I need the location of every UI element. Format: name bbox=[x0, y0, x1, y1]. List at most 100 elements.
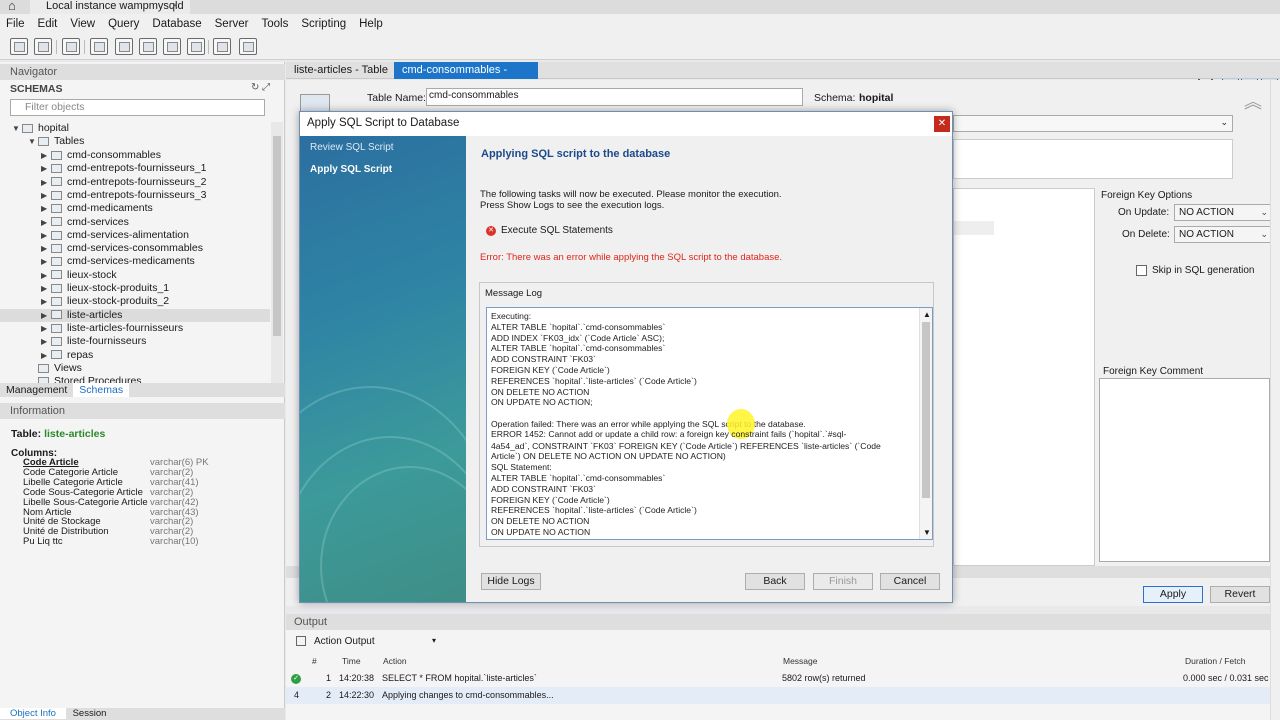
expand-icon[interactable]: ▶ bbox=[41, 229, 51, 242]
open-sql-script-icon[interactable] bbox=[34, 38, 52, 55]
tree-table-item[interactable]: ▶ lieux-stock bbox=[0, 269, 117, 282]
expand-icon[interactable]: ▶ bbox=[41, 202, 51, 215]
expand-icon[interactable]: ▶ bbox=[41, 295, 51, 308]
chevron-up-icon[interactable]: ▲ bbox=[923, 310, 931, 319]
tab-management[interactable]: Management bbox=[0, 383, 73, 397]
expand-icon[interactable]: ▶ bbox=[41, 269, 51, 282]
tab-liste-articles[interactable]: liste-articles - Table bbox=[286, 62, 396, 79]
expand-icon[interactable]: ▶ bbox=[41, 176, 51, 189]
expand-icon[interactable]: ▶ bbox=[41, 282, 51, 295]
on-update-select[interactable]: NO ACTION ⌄ bbox=[1174, 204, 1272, 221]
close-icon[interactable]: × bbox=[172, 0, 178, 12]
create-function-icon[interactable] bbox=[187, 38, 205, 55]
tree-table-item[interactable]: ▶ lieux-stock-produits_1 bbox=[0, 282, 169, 295]
tab-schemas[interactable]: Schemas bbox=[73, 383, 130, 397]
expand-icon[interactable]: ▶ bbox=[41, 162, 51, 175]
expand-icon[interactable]: ▶ bbox=[41, 309, 51, 322]
tab-session[interactable]: Session bbox=[69, 708, 111, 719]
tree-table-item[interactable]: ▶ cmd-entrepots-fournisseurs_3 bbox=[0, 189, 206, 202]
menu-edit[interactable]: Edit bbox=[38, 18, 58, 30]
tree-table-item[interactable]: ▶ cmd-services bbox=[0, 216, 129, 229]
fk-columns-grid[interactable] bbox=[953, 188, 1095, 566]
tree-table-item[interactable]: ▶ lieux-stock-produits_2 bbox=[0, 295, 169, 308]
expand-icon[interactable]: ▶ bbox=[41, 322, 51, 335]
output-row[interactable]: 4 2 14:22:30 Applying changes to cmd-con… bbox=[286, 687, 1270, 704]
output-row[interactable]: ✓ 1 14:20:38 SELECT * FROM hopital.`list… bbox=[286, 670, 1270, 687]
tree-schema-hopital[interactable]: ▼ hopital bbox=[12, 122, 69, 135]
reconnect-icon[interactable] bbox=[239, 38, 257, 55]
tree-table-item[interactable]: ▶ liste-articles bbox=[0, 308, 270, 322]
collapse-icon[interactable]: ︽ bbox=[1244, 88, 1262, 114]
tree-table-item[interactable]: ▶ cmd-medicaments bbox=[0, 202, 153, 215]
close-icon[interactable]: ✕ bbox=[934, 116, 950, 132]
tree-tables-folder[interactable]: ▼ Tables bbox=[28, 135, 84, 148]
refresh-icon[interactable]: ↻ ⤢ bbox=[251, 82, 270, 93]
table-icon bbox=[51, 230, 62, 240]
copy-icon[interactable] bbox=[296, 636, 306, 646]
fk-comment-textarea[interactable] bbox=[1099, 378, 1270, 562]
chevron-down-icon[interactable]: ▼ bbox=[923, 528, 931, 537]
home-icon[interactable]: ⌂ bbox=[8, 0, 26, 14]
tree-table-item[interactable]: ▶ cmd-services-medicaments bbox=[0, 255, 195, 268]
menu-scripting[interactable]: Scripting bbox=[301, 18, 346, 30]
expand-icon[interactable]: ▶ bbox=[41, 349, 51, 362]
create-procedure-icon[interactable] bbox=[163, 38, 181, 55]
tab-cmd-consommables[interactable]: cmd-consommables - Table × bbox=[394, 62, 538, 92]
log-scrollbar[interactable]: ▲ ▼ bbox=[919, 308, 932, 539]
tree-scrollbar[interactable] bbox=[271, 122, 283, 384]
log-line: ADD CONSTRAINT `FK03` bbox=[491, 354, 596, 365]
back-button[interactable]: Back bbox=[745, 573, 805, 590]
filter-input[interactable]: Filter objects bbox=[10, 99, 265, 116]
tree-table-item[interactable]: ▶ cmd-services-alimentation bbox=[0, 229, 189, 242]
inspector-icon[interactable] bbox=[62, 38, 80, 55]
menu-database[interactable]: Database bbox=[152, 18, 201, 30]
message-log[interactable]: Executing: ALTER TABLE `hopital`.`cmd-con… bbox=[486, 307, 933, 540]
create-view-icon[interactable] bbox=[139, 38, 157, 55]
expand-icon[interactable]: ▶ bbox=[41, 242, 51, 255]
finish-button[interactable]: Finish bbox=[813, 573, 873, 590]
new-sql-tab-icon[interactable] bbox=[10, 38, 28, 55]
create-schema-icon[interactable] bbox=[90, 38, 108, 55]
menu-query[interactable]: Query bbox=[108, 18, 139, 30]
comments-textarea[interactable] bbox=[953, 139, 1233, 179]
search-table-data-icon[interactable] bbox=[213, 38, 231, 55]
log-scroll-thumb[interactable] bbox=[922, 322, 930, 498]
table-name: cmd-entrepots-fournisseurs_2 bbox=[67, 175, 207, 188]
instance-tab-label: Local instance wampmysqld bbox=[46, 0, 184, 12]
menu-tools[interactable]: Tools bbox=[262, 18, 289, 30]
engine-select[interactable]: ⌄ bbox=[953, 115, 1233, 132]
create-table-icon[interactable] bbox=[115, 38, 133, 55]
table-name-input[interactable]: cmd-consommables bbox=[426, 88, 803, 106]
skip-checkbox[interactable] bbox=[1136, 265, 1147, 276]
tree-table-item[interactable]: ▶ cmd-services-consommables bbox=[0, 242, 203, 255]
expand-icon[interactable]: ▶ bbox=[41, 149, 51, 162]
row-time: 14:20:38 bbox=[339, 673, 375, 683]
editor-scrollbar[interactable] bbox=[1270, 80, 1280, 720]
menu-help[interactable]: Help bbox=[359, 18, 383, 30]
hide-logs-button[interactable]: Hide Logs bbox=[481, 573, 541, 590]
expand-icon[interactable]: ▶ bbox=[41, 216, 51, 229]
tree-table-item[interactable]: ▶ cmd-entrepots-fournisseurs_1 bbox=[0, 162, 206, 175]
tree-views-folder[interactable]: Views bbox=[28, 362, 82, 375]
tree-table-item[interactable]: ▶ liste-fournisseurs bbox=[0, 335, 146, 348]
instance-tab[interactable]: Local instance wampmysqld × bbox=[30, 0, 190, 14]
tree-table-item[interactable]: ▶ cmd-consommables bbox=[0, 149, 161, 162]
expand-icon[interactable]: ▶ bbox=[41, 255, 51, 268]
revert-button[interactable]: Revert bbox=[1210, 586, 1270, 603]
on-delete-select[interactable]: NO ACTION ⌄ bbox=[1174, 226, 1272, 243]
table-name: liste-fournisseurs bbox=[67, 335, 147, 348]
menu-view[interactable]: View bbox=[70, 18, 95, 30]
expand-icon[interactable]: ▼ bbox=[28, 135, 38, 148]
tree-table-item[interactable]: ▶ cmd-entrepots-fournisseurs_2 bbox=[0, 176, 206, 189]
cancel-button[interactable]: Cancel bbox=[880, 573, 940, 590]
menu-file[interactable]: File bbox=[6, 18, 25, 30]
action-output-select[interactable]: Action Output ▾ bbox=[314, 636, 436, 650]
tab-object-info[interactable]: Object Info bbox=[0, 708, 66, 719]
expand-icon[interactable]: ▶ bbox=[41, 189, 51, 202]
expand-icon[interactable]: ▶ bbox=[41, 335, 51, 348]
apply-button[interactable]: Apply bbox=[1143, 586, 1203, 603]
tree-table-item[interactable]: ▶ liste-articles-fournisseurs bbox=[0, 322, 183, 335]
expand-icon[interactable]: ▼ bbox=[12, 122, 22, 135]
menu-server[interactable]: Server bbox=[215, 18, 249, 30]
tree-table-item[interactable]: ▶ repas bbox=[0, 349, 93, 362]
